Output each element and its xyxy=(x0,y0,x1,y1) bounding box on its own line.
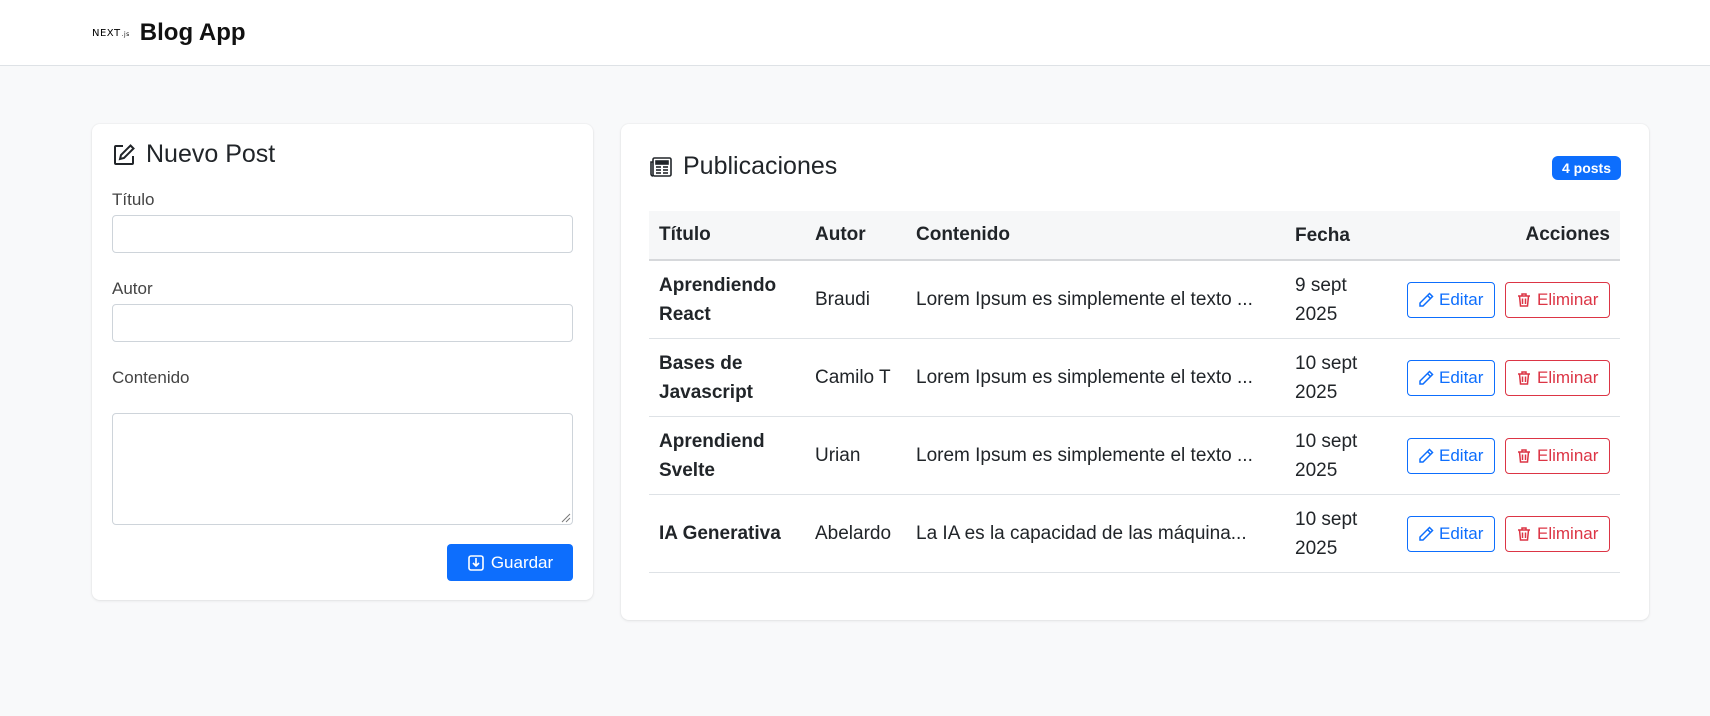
column-fecha: Fecha xyxy=(1295,224,1350,246)
publications-heading: Publicaciones xyxy=(649,152,837,181)
navbar: NEXT .js Blog App xyxy=(0,0,1710,66)
post-date-cell: 10 sept 2025 xyxy=(1295,349,1395,407)
post-title-cell: Bases de Javascript xyxy=(649,349,815,407)
column-acciones: Acciones xyxy=(1525,224,1610,245)
post-author-cell: Abelardo xyxy=(815,522,892,544)
delete-button[interactable]: Eliminar xyxy=(1505,359,1610,396)
post-actions-cell: Editar Eliminar xyxy=(1395,281,1620,318)
post-date-line1: 10 sept xyxy=(1295,352,1358,374)
post-date-line1: 10 sept xyxy=(1295,508,1358,530)
save-button[interactable]: Guardar xyxy=(447,544,573,581)
download-box-icon xyxy=(468,554,484,571)
column-contenido: Contenido xyxy=(916,224,1010,245)
logo-text: NEXT xyxy=(92,27,121,39)
new-post-heading: Nuevo Post xyxy=(112,140,275,169)
post-date-line2: 2025 xyxy=(1295,537,1338,559)
brand[interactable]: NEXT .js Blog App xyxy=(92,0,246,66)
post-content-cell: Lorem Ipsum es simplemente el texto ... xyxy=(916,444,1253,466)
post-author-cell: Urian xyxy=(815,444,861,466)
logo-suffix: .js xyxy=(121,30,130,38)
trash-icon xyxy=(1518,448,1530,463)
save-label: Guardar xyxy=(490,552,554,572)
table-row: IA Generativa Abelardo La IA es la capac… xyxy=(649,495,1620,573)
contenido-label: Contenido xyxy=(112,368,190,387)
post-date-line2: 2025 xyxy=(1295,381,1338,403)
autor-input[interactable] xyxy=(112,304,573,342)
post-title-line2: Svelte xyxy=(659,459,715,481)
post-date-cell: 10 sept 2025 xyxy=(1295,505,1395,563)
post-title-line2: Javascript xyxy=(659,381,754,403)
post-title-cell: Aprendiend Svelte xyxy=(649,427,815,485)
pencil-square-icon xyxy=(114,143,135,165)
post-actions-cell: Editar Eliminar xyxy=(1395,437,1620,474)
post-title-line1: Aprendiendo xyxy=(659,274,777,296)
titulo-input[interactable] xyxy=(112,215,573,253)
post-author-cell: Camilo T xyxy=(815,366,891,388)
post-actions-cell: Editar Eliminar xyxy=(1395,359,1620,396)
autor-label: Autor xyxy=(112,279,153,298)
contenido-wrapper xyxy=(112,413,573,525)
edit-label: Editar xyxy=(1439,445,1484,465)
delete-label: Eliminar xyxy=(1537,367,1599,387)
post-content-cell: Lorem Ipsum es simplemente el texto ... xyxy=(916,366,1253,388)
post-content-cell: La IA es la capacidad de las máquina... xyxy=(916,522,1247,544)
pencil-icon xyxy=(1419,369,1434,385)
delete-button[interactable]: Eliminar xyxy=(1505,515,1610,552)
new-post-title: Nuevo Post xyxy=(146,140,276,168)
post-title-cell: IA Generativa xyxy=(649,519,815,548)
post-title-line1: Aprendiend xyxy=(659,430,765,452)
titulo-label: Título xyxy=(112,190,155,209)
table-row: Aprendiend Svelte Urian Lorem Ipsum es s… xyxy=(649,417,1620,495)
column-autor: Autor xyxy=(815,224,866,245)
post-date-line1: 10 sept xyxy=(1295,430,1358,452)
pencil-icon xyxy=(1419,291,1434,307)
table-row: Bases de Javascript Camilo T Lorem Ipsum… xyxy=(649,339,1620,417)
post-date-line2: 2025 xyxy=(1295,303,1338,325)
edit-label: Editar xyxy=(1439,367,1484,387)
post-title-line1: IA Generativa xyxy=(659,523,781,544)
post-title-line2: React xyxy=(659,303,711,325)
delete-button[interactable]: Eliminar xyxy=(1505,281,1610,318)
delete-label: Eliminar xyxy=(1537,523,1599,543)
posts-table: Título Autor Contenido Fecha Acciones Ap… xyxy=(649,211,1620,573)
trash-icon xyxy=(1518,526,1530,541)
pencil-icon xyxy=(1419,447,1434,463)
trash-icon xyxy=(1518,370,1530,385)
publications-card: Publicaciones 4 posts Título Autor Conte… xyxy=(621,124,1649,620)
edit-button[interactable]: Editar xyxy=(1407,515,1495,552)
delete-label: Eliminar xyxy=(1537,289,1599,309)
nextjs-logo: NEXT .js xyxy=(92,28,130,39)
post-date-cell: 9 sept 2025 xyxy=(1295,271,1395,329)
post-content-cell: Lorem Ipsum es simplemente el texto ... xyxy=(916,288,1253,310)
edit-label: Editar xyxy=(1439,289,1484,309)
edit-button[interactable]: Editar xyxy=(1407,359,1495,396)
edit-button[interactable]: Editar xyxy=(1407,437,1495,474)
app-title: Blog App xyxy=(139,19,246,46)
post-date-cell: 10 sept 2025 xyxy=(1295,427,1395,485)
post-count-badge: 4 posts xyxy=(1551,156,1621,180)
column-titulo: Título xyxy=(659,224,711,245)
delete-label: Eliminar xyxy=(1537,445,1599,465)
edit-button[interactable]: Editar xyxy=(1407,281,1495,318)
table-row: Aprendiendo React Braudi Lorem Ipsum es … xyxy=(649,261,1620,339)
trash-icon xyxy=(1518,292,1530,307)
post-date-line2: 2025 xyxy=(1295,459,1338,481)
pencil-icon xyxy=(1419,525,1434,541)
post-actions-cell: Editar Eliminar xyxy=(1395,515,1620,552)
post-title-cell: Aprendiendo React xyxy=(649,271,815,329)
resize-grip-icon[interactable] xyxy=(559,511,571,523)
contenido-textarea[interactable] xyxy=(112,413,573,525)
post-date-line1: 9 sept xyxy=(1295,274,1347,296)
table-header: Título Autor Contenido Fecha Acciones xyxy=(649,211,1620,261)
post-title-line1: Bases de xyxy=(659,352,743,374)
new-post-card: Nuevo Post Título Autor Contenido Guarda… xyxy=(92,124,593,600)
newspaper-icon xyxy=(650,156,672,177)
publications-title: Publicaciones xyxy=(683,152,838,180)
post-author-cell: Braudi xyxy=(815,288,870,310)
edit-label: Editar xyxy=(1439,523,1484,543)
delete-button[interactable]: Eliminar xyxy=(1505,437,1610,474)
